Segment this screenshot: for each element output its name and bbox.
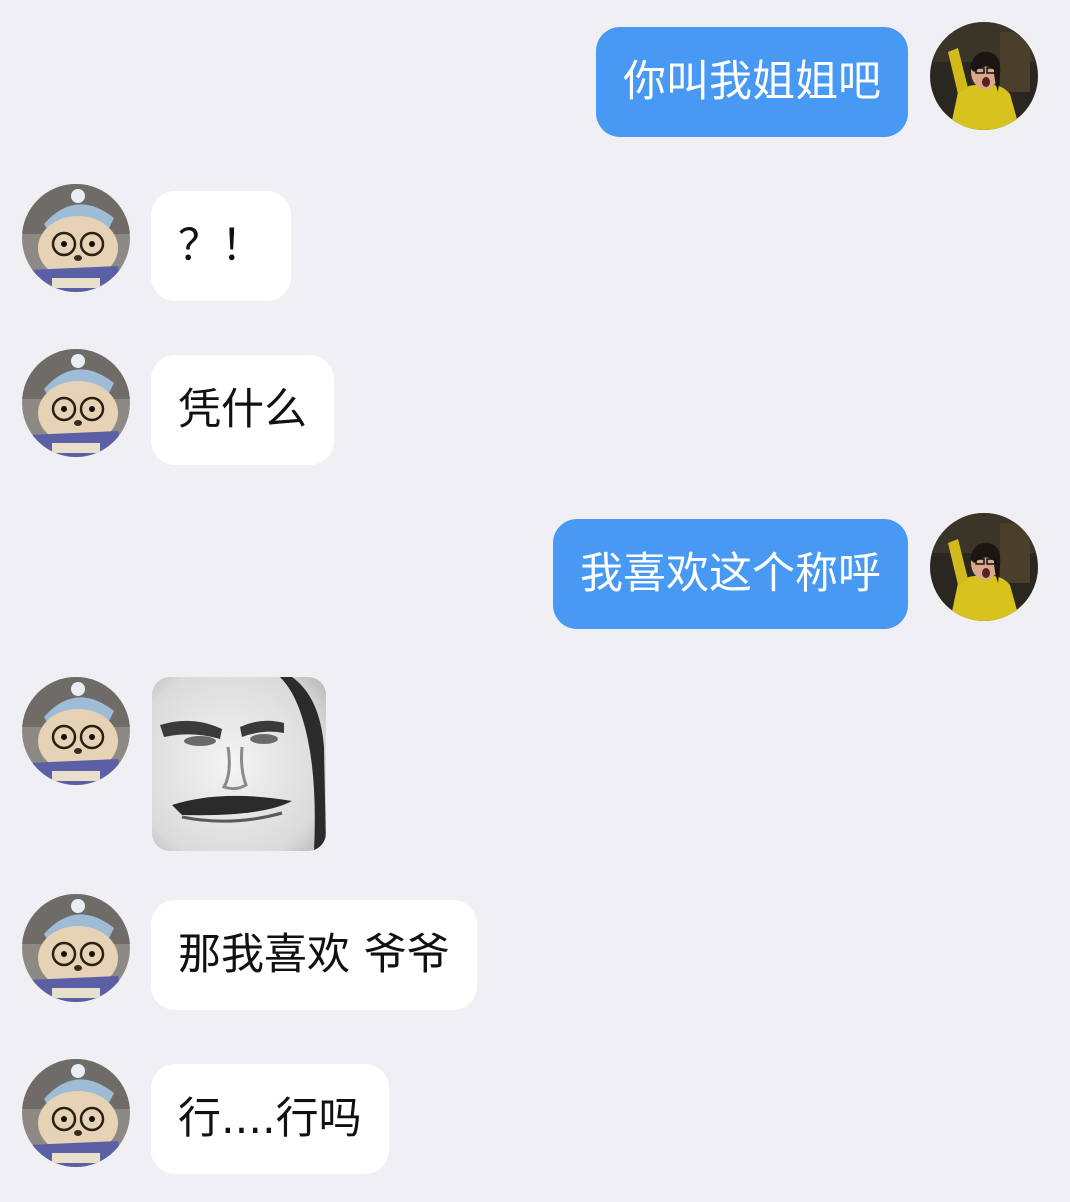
self-avatar[interactable]	[930, 513, 1038, 621]
message-row-other: 那我喜欢 爷爷	[0, 880, 1070, 1030]
message-text: ？！	[178, 221, 264, 271]
message-bubble-self[interactable]: 你叫我姐姐吧	[596, 27, 908, 137]
grumpy-face-sticker-icon	[152, 677, 326, 851]
message-row-self: 我喜欢这个称呼	[0, 500, 1070, 650]
message-bubble-other[interactable]: 那我喜欢 爷爷	[151, 900, 477, 1010]
message-row-other: 行....行吗	[0, 1044, 1070, 1194]
message-text: 我喜欢这个称呼	[580, 549, 881, 599]
message-text: 你叫我姐姐吧	[623, 57, 881, 107]
message-text: 凭什么	[178, 385, 307, 435]
other-avatar[interactable]	[22, 184, 130, 292]
cat-with-glasses-icon	[22, 677, 130, 785]
message-row-self: 你叫我姐姐吧	[0, 0, 1070, 150]
sticker-message[interactable]	[152, 677, 326, 851]
cat-with-glasses-icon	[22, 1059, 130, 1167]
message-row-other: ？！	[0, 170, 1070, 320]
other-avatar[interactable]	[22, 1059, 130, 1167]
message-bubble-self[interactable]: 我喜欢这个称呼	[553, 519, 908, 629]
message-bubble-other[interactable]: ？！	[151, 191, 291, 301]
woman-in-yellow-jacket-icon	[930, 22, 1038, 130]
cat-with-glasses-icon	[22, 894, 130, 1002]
woman-in-yellow-jacket-icon	[930, 513, 1038, 621]
message-row-other: 凭什么	[0, 334, 1070, 484]
chat-message-list[interactable]: 你叫我姐姐吧 ？！ 凭什么 我喜欢这个称呼 那我喜欢 爷爷 行....行吗	[0, 0, 1070, 1202]
message-bubble-other[interactable]: 凭什么	[151, 355, 334, 465]
message-text: 那我喜欢 爷爷	[178, 930, 450, 980]
other-avatar[interactable]	[22, 894, 130, 1002]
self-avatar[interactable]	[930, 22, 1038, 130]
message-text: 行....行吗	[178, 1094, 362, 1144]
cat-with-glasses-icon	[22, 184, 130, 292]
message-row-other	[0, 664, 1070, 864]
cat-with-glasses-icon	[22, 349, 130, 457]
message-bubble-other[interactable]: 行....行吗	[151, 1064, 389, 1174]
other-avatar[interactable]	[22, 349, 130, 457]
other-avatar[interactable]	[22, 677, 130, 785]
